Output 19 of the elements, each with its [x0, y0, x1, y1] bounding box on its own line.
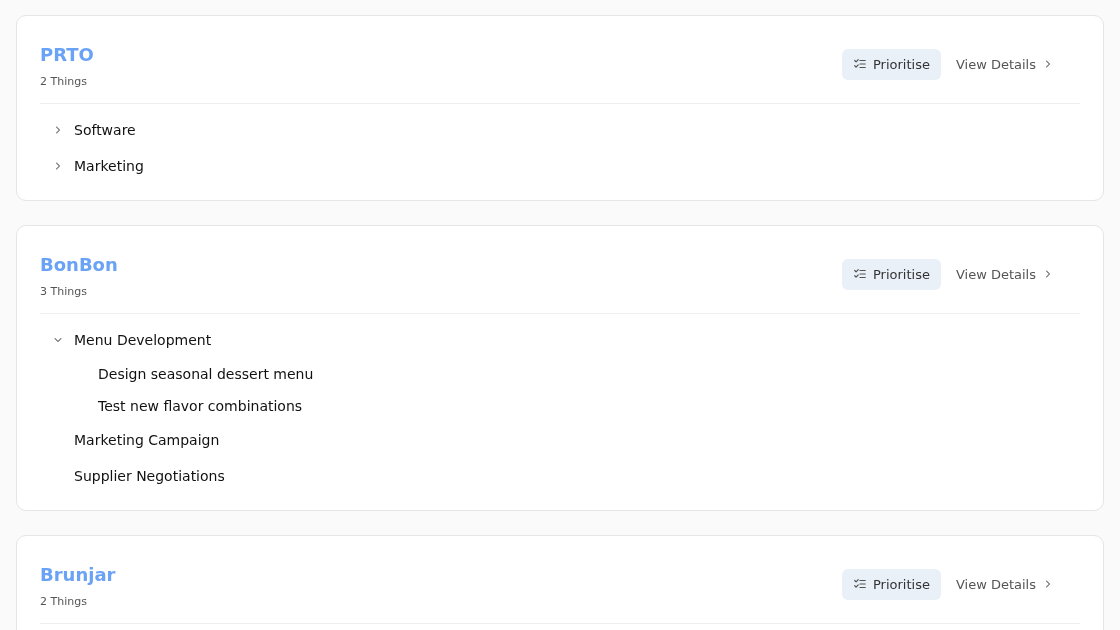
view-details-button[interactable]: View Details — [944, 258, 1065, 290]
tree-item[interactable]: Design seasonal dessert menu — [98, 366, 314, 382]
tree-item[interactable]: Marketing Campaign — [74, 432, 220, 448]
prioritise-button[interactable]: Prioritise — [841, 48, 941, 80]
tree-item[interactable]: Software — [74, 122, 136, 138]
checklist-icon — [852, 267, 867, 281]
checklist-icon — [852, 57, 867, 71]
tree-item[interactable]: Marketing — [74, 158, 144, 174]
tree-item[interactable]: Test new flavor combinations — [98, 398, 303, 414]
item-count: 2 Things — [40, 595, 88, 608]
view-details-button[interactable]: View Details — [944, 48, 1065, 80]
item-count: 3 Things — [40, 285, 88, 298]
checklist-icon — [852, 577, 867, 591]
prioritise-button[interactable]: Prioritise — [841, 258, 941, 290]
tree-item[interactable]: Menu Development — [74, 332, 212, 348]
prioritise-button[interactable]: Prioritise — [841, 568, 941, 600]
item-count: 2 Things — [40, 75, 88, 88]
view-details-button[interactable]: View Details — [944, 568, 1065, 600]
tree-item[interactable]: Supplier Negotiations — [74, 468, 225, 484]
